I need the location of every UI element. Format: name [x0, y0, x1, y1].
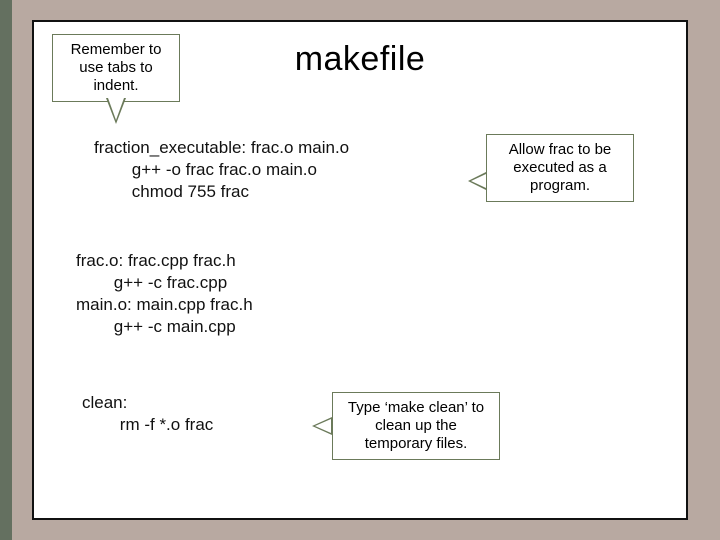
callout-allow-pointer [468, 172, 486, 190]
callout-clean-pointer [312, 417, 332, 435]
callout-remember-tabs: Remember to use tabs to indent. [52, 34, 180, 102]
accent-bar [0, 0, 12, 540]
callout-remember-pointer [106, 98, 126, 124]
makefile-rule-executable: fraction_executable: frac.o main.o g++ -… [94, 137, 349, 203]
callout-make-clean: Type ‘make clean’ to clean up the tempor… [332, 392, 500, 460]
makefile-rule-clean: clean: rm -f *.o frac [82, 392, 213, 436]
callout-allow-exec: Allow frac to be executed as a program. [486, 134, 634, 202]
slide-frame: makefile Remember to use tabs to indent.… [32, 20, 688, 520]
makefile-rule-objects: frac.o: frac.cpp frac.h g++ -c frac.cpp … [76, 250, 253, 338]
